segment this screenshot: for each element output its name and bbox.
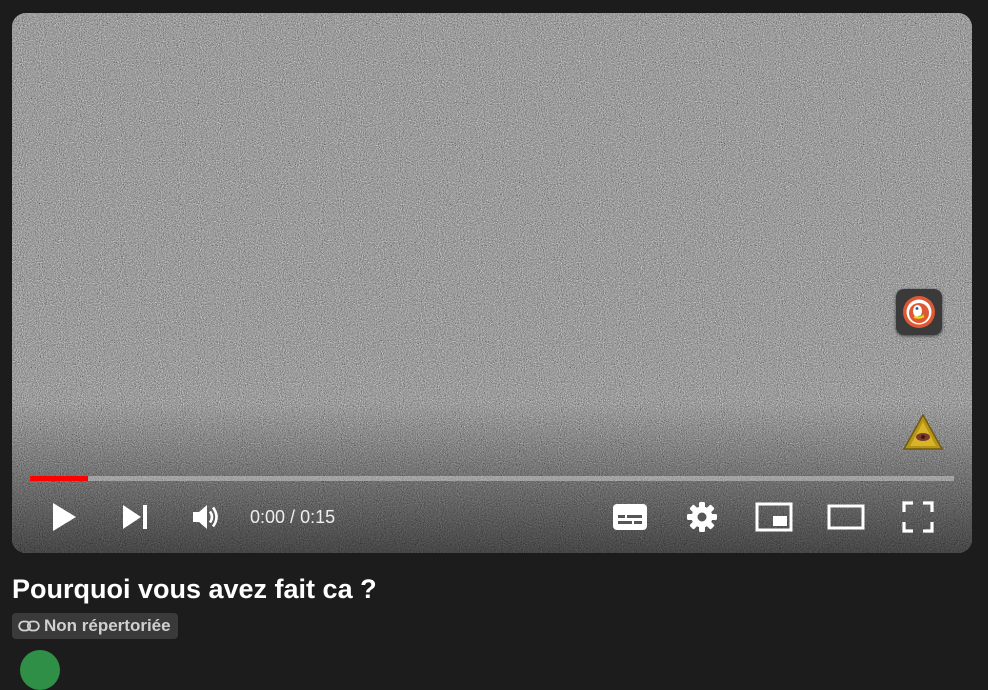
miniplayer-button[interactable] xyxy=(752,495,796,539)
player-controls: 0:00 / 0:15 xyxy=(12,495,972,539)
next-icon xyxy=(123,505,147,529)
fullscreen-button[interactable] xyxy=(896,495,940,539)
theater-mode-button[interactable] xyxy=(824,495,868,539)
next-button[interactable] xyxy=(114,495,156,539)
channel-avatar[interactable] xyxy=(20,650,60,690)
visibility-label: Non répertoriée xyxy=(44,616,171,635)
settings-gear-icon xyxy=(687,502,717,532)
video-player[interactable]: 0:00 / 0:15 xyxy=(12,13,972,553)
volume-icon xyxy=(193,505,218,529)
settings-button[interactable] xyxy=(680,495,724,539)
fullscreen-icon xyxy=(902,501,934,533)
duckduckgo-extension-icon[interactable] xyxy=(896,289,942,335)
video-title: Pourquoi vous avez fait ca ? xyxy=(12,574,377,604)
duration: 0:15 xyxy=(300,507,336,527)
theater-mode-icon xyxy=(827,504,865,530)
miniplayer-icon xyxy=(755,502,793,532)
play-button[interactable] xyxy=(44,495,84,539)
time-separator: / xyxy=(285,507,301,527)
progress-bar[interactable] xyxy=(30,476,954,481)
visibility-badge: Non répertoriée xyxy=(12,613,178,639)
progress-bar-played xyxy=(30,476,89,481)
subtitles-button[interactable] xyxy=(608,495,652,539)
volume-button[interactable] xyxy=(184,495,228,539)
play-icon xyxy=(53,503,76,531)
link-icon xyxy=(18,620,40,632)
warning-triangle-icon xyxy=(902,413,944,451)
time-display: 0:00 / 0:15 xyxy=(250,495,335,539)
subtitles-icon xyxy=(613,504,647,530)
current-time: 0:00 xyxy=(250,507,286,527)
